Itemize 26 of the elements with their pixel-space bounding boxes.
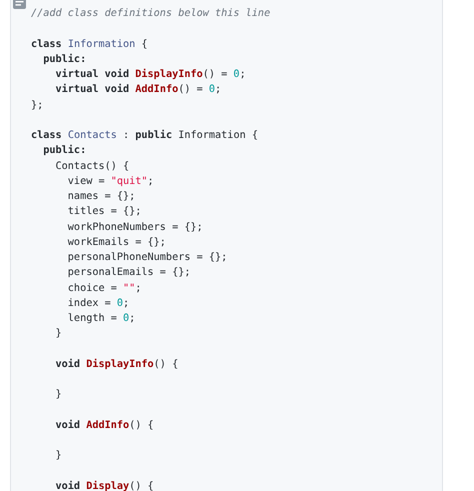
note-icon[interactable] — [13, 0, 26, 9]
code-line: workEmails = {}; — [66, 236, 167, 250]
code-line: public: — [42, 52, 88, 67]
code-line: }; — [31, 98, 44, 112]
code-line: length = 0; — [66, 312, 136, 326]
code-line: class Contacts : public Information { — [31, 128, 259, 143]
code-line: } — [54, 388, 63, 402]
code-line: class Information { — [31, 38, 149, 52]
code-line: Contacts() { — [54, 160, 130, 174]
code-line: void AddInfo() { — [54, 418, 155, 433]
code-line: virtual void AddInfo() = 0; — [54, 82, 222, 98]
code-line: } — [54, 449, 63, 464]
code-line: personalEmails = {}; — [66, 266, 192, 280]
code-line: void Display() { — [54, 480, 155, 491]
code-comment: //add class definitions below this line — [31, 7, 272, 21]
code-line: public: — [42, 144, 88, 158]
code-line: names = {}; — [66, 190, 136, 204]
code-line: choice = ""; — [66, 282, 142, 296]
code-line: personalPhoneNumbers = {}; — [66, 251, 228, 265]
code-line: view = "quit"; — [66, 174, 155, 189]
code-line: titles = {}; — [66, 205, 142, 220]
code-line: void DisplayInfo() { — [54, 358, 180, 372]
code-line: index = 0; — [66, 296, 130, 311]
code-line: virtual void DisplayInfo() = 0; — [54, 68, 247, 82]
code-line: workPhoneNumbers = {}; — [66, 220, 204, 234]
code-line: } — [54, 327, 63, 342]
